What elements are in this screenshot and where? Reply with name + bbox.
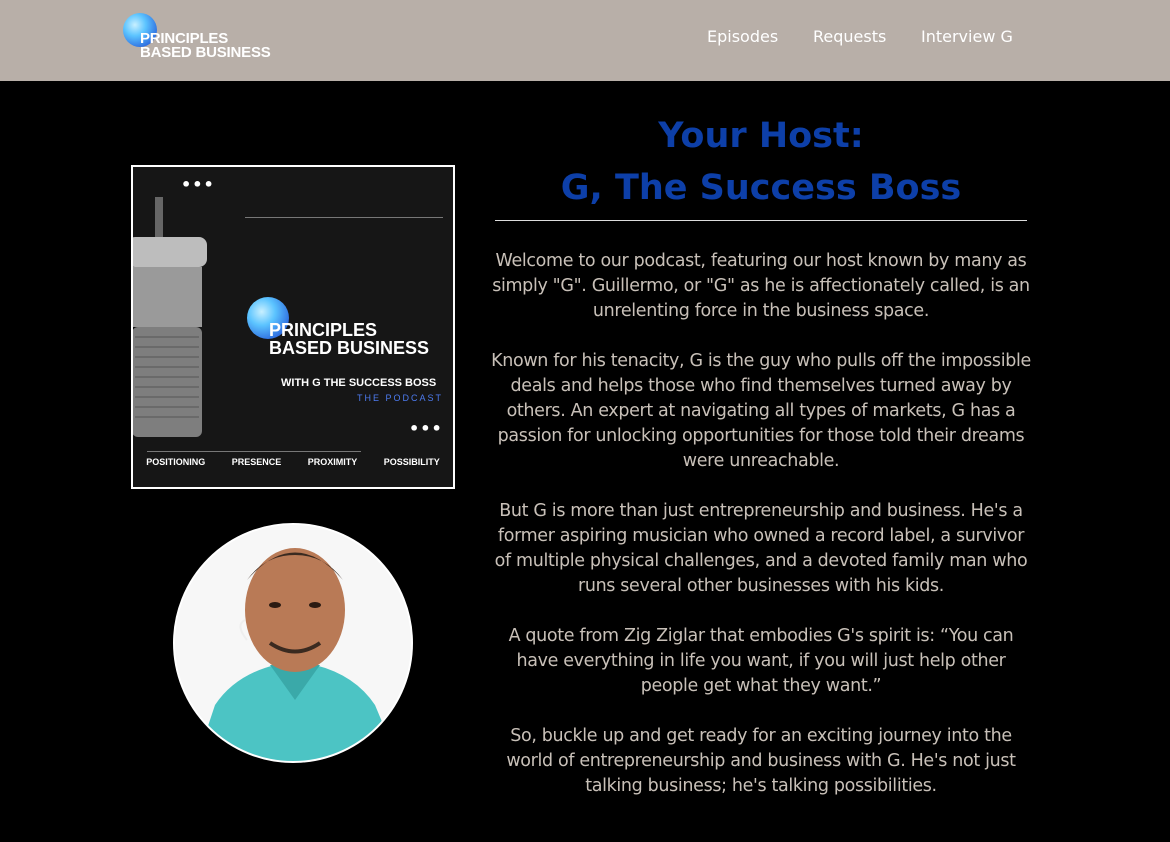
cover-divider: [245, 217, 443, 218]
host-avatar: [173, 523, 413, 763]
bio-paragraph: Known for his tenacity, G is the guy who…: [491, 351, 1031, 471]
logo-text-line2: BASED BUSINESS: [140, 44, 271, 61]
nav-requests[interactable]: Requests: [813, 27, 886, 46]
pillar-item: PROXIMITY: [307, 457, 358, 467]
cover-title-line2: BASED BUSINESS: [269, 338, 430, 358]
host-bio: Welcome to our podcast, featuring our ho…: [490, 249, 1032, 824]
page-title-line1: Your Host:: [658, 116, 864, 156]
bio-paragraph: But G is more than just entrepreneurship…: [494, 501, 1028, 596]
cover-title: PRINCIPLES BASED BUSINESS: [269, 321, 429, 357]
pillar-item: POSSIBILITY: [383, 457, 440, 467]
cover-subtitle: WITH G THE SUCCESS BOSS: [281, 377, 437, 389]
title-divider: [495, 220, 1027, 221]
cover-pillars: POSITIONING PRESENCE PROXIMITY POSSIBILI…: [133, 457, 453, 467]
pillar-item: POSITIONING: [146, 457, 206, 467]
page-title: Your Host: G, The Success Boss: [495, 110, 1027, 214]
page-title-line2: G, The Success Boss: [560, 168, 962, 208]
cover-divider: [147, 451, 361, 452]
site-logo[interactable]: PRINCIPLES BASED BUSINESS: [123, 13, 293, 63]
podcast-cover-art: ••• PRINCIPLES BASED BUSINESS WITH G THE…: [131, 165, 455, 489]
host-photo: [175, 525, 411, 761]
pillar-item: PRESENCE: [231, 457, 282, 467]
logo-text: PRINCIPLES BASED BUSINESS: [140, 31, 271, 61]
microphone-icon: [133, 197, 207, 437]
dots-icon: •••: [409, 419, 443, 438]
bio-paragraph: Welcome to our podcast, featuring our ho…: [492, 251, 1030, 321]
nav-episodes[interactable]: Episodes: [707, 27, 778, 46]
cover-title-line1: PRINCIPLES: [269, 320, 378, 340]
site-header: PRINCIPLES BASED BUSINESS Episodes Reque…: [0, 0, 1170, 81]
bio-paragraph: A quote from Zig Ziglar that embodies G'…: [508, 626, 1014, 696]
nav-interview-g[interactable]: Interview G: [921, 27, 1013, 46]
cover-podcast-label: THE PODCAST: [357, 393, 444, 403]
dots-icon: •••: [181, 175, 215, 194]
bio-paragraph: So, buckle up and get ready for an excit…: [506, 726, 1016, 796]
